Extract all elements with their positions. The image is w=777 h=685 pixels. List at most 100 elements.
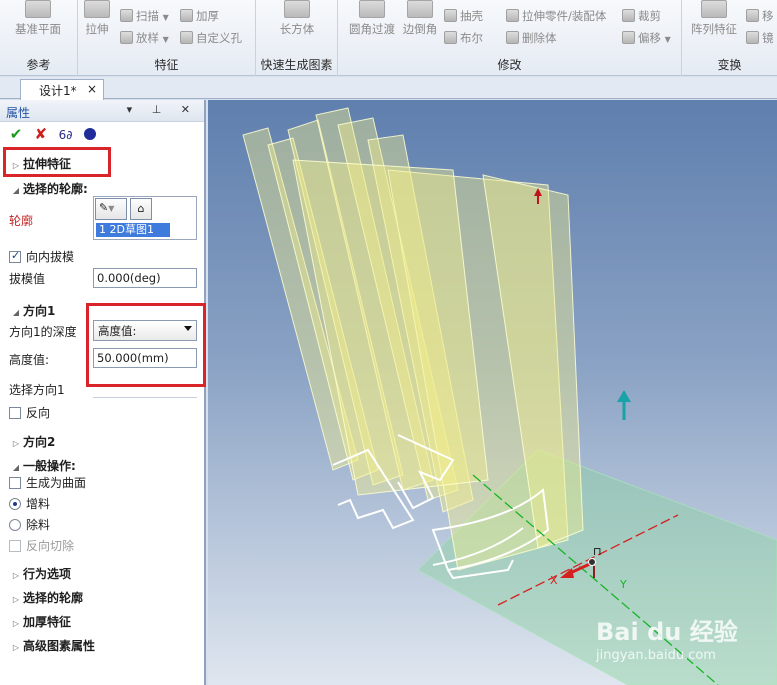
panel-header: 属性 ▾ ⊥ ✕ <box>0 100 204 122</box>
group-label-transform: 变换 <box>717 58 742 72</box>
x-axis-label: X <box>550 574 558 587</box>
delete-body-icon <box>506 31 519 44</box>
shell-icon <box>444 9 457 22</box>
property-panel: 属性 ▾ ⊥ ✕ ✔ ✘ 6∂ ▷ 拉伸特征 ◢ 选择的轮廓: 轮廓 ✎▼ ⌂ 1 … <box>0 100 206 685</box>
custom-hole-icon <box>180 31 193 44</box>
chamfer-button[interactable]: 边倒角 <box>400 0 440 37</box>
fillet-button[interactable]: 圆角过渡 <box>346 0 398 37</box>
expand-triangle-icon: ▷ <box>12 595 20 604</box>
origin-point <box>588 558 596 566</box>
y-axis-label: Y <box>619 578 627 591</box>
cancel-x-icon[interactable]: ✘ <box>31 125 51 143</box>
datum-plane-icon <box>25 0 51 18</box>
inward-draft-checkbox[interactable] <box>9 249 21 263</box>
expand-triangle-icon: ▷ <box>12 439 20 448</box>
baidu-watermark-logo: Bai du 经验 <box>596 618 738 646</box>
pencil-icon: ✎ <box>99 201 109 214</box>
profile-list-item[interactable]: 1 2D草图1 <box>96 223 170 237</box>
pattern-feature-button[interactable]: 阵列特征 <box>686 0 742 37</box>
sketch-edit-button[interactable]: ✎▼ <box>95 198 127 220</box>
model-view[interactable]: X Y ⊓ <box>208 100 777 685</box>
highlight-box-extrude <box>3 147 111 177</box>
panel-action-bar: ✔ ✘ 6∂ <box>0 122 204 144</box>
baidu-watermark-url: jingyan.baidu.com <box>596 648 716 663</box>
datum-plane-button[interactable]: 基准平面 <box>8 0 68 37</box>
loft-icon <box>120 31 133 44</box>
extrude-button[interactable]: 拉伸 <box>80 0 114 37</box>
thicken-icon <box>180 9 193 22</box>
profile-picker: ✎▼ ⌂ 1 2D草图1 <box>93 196 197 240</box>
chamfer-icon <box>407 0 433 18</box>
select-direction1-label: 选择方向1 <box>9 383 65 397</box>
extrude-icon <box>84 0 110 18</box>
direction-handle-icon <box>617 390 631 402</box>
dropdown-arrow-icon: ▼ <box>162 35 169 44</box>
dropdown-arrow-icon: ▼ <box>162 13 169 22</box>
ribbon-group-feature: 拉伸 扫描 ▼ 放样 ▼ 加厚 自定义孔 特征 <box>78 0 256 76</box>
panel-header-buttons[interactable]: ▾ ⊥ ✕ <box>127 103 198 116</box>
sketch-icon: ⌂ <box>137 202 145 215</box>
trim-button[interactable]: 裁剪 <box>622 8 661 24</box>
group-label-feature: 特征 <box>154 58 179 72</box>
group-label-reference: 参考 <box>26 58 51 72</box>
group-label-modify: 修改 <box>497 58 522 72</box>
profile-label: 轮廓 <box>9 214 34 228</box>
direction1-depth-label: 方向1的深度 <box>9 325 77 339</box>
reverse-cut-checkbox <box>9 540 21 552</box>
extrusion-bodies <box>242 107 584 571</box>
draft-value-field[interactable]: 0.000(deg) <box>93 268 197 288</box>
ribbon-toolbar: 基准平面 参考 拉伸 扫描 ▼ 放样 ▼ 加厚 自定义孔 特征 长方体 快速生成… <box>0 0 777 76</box>
height-label: 高度值: <box>9 353 50 367</box>
box-button[interactable]: 长方体 <box>266 0 328 37</box>
ribbon-group-modify: 圆角过渡 边倒角 抽壳 布尔 拉伸零件/装配体 删除体 裁剪 偏移 ▼ 修改 <box>338 0 682 76</box>
sweep-button[interactable]: 扫描 ▼ <box>120 8 169 24</box>
delete-body-button[interactable]: 删除体 <box>506 30 557 46</box>
shell-button[interactable]: 抽壳 <box>444 8 483 24</box>
offset-icon <box>622 31 635 44</box>
generate-surface-checkbox[interactable] <box>9 477 21 489</box>
collapse-triangle-icon: ◢ <box>12 308 20 317</box>
add-material-radio[interactable] <box>9 498 21 510</box>
pattern-feature-icon <box>701 0 727 18</box>
ribbon-group-transform: 阵列特征 移 镜 变换 <box>682 0 777 76</box>
tab-design1[interactable]: 设计1* × <box>20 79 104 100</box>
highlight-box-height <box>86 303 206 387</box>
reverse-checkbox[interactable] <box>9 407 21 419</box>
preview-glasses-icon[interactable]: 6∂ <box>56 126 76 144</box>
sweep-icon <box>120 9 133 22</box>
ribbon-group-reference: 基准平面 参考 <box>0 0 78 76</box>
remove-material-radio[interactable] <box>9 519 21 531</box>
dropdown-arrow-icon: ▼ <box>664 35 671 44</box>
boolean-button[interactable]: 布尔 <box>444 30 483 46</box>
expand-triangle-icon: ▷ <box>12 619 20 628</box>
draft-value-label: 拔模值 <box>9 272 46 286</box>
thicken-button[interactable]: 加厚 <box>180 8 219 24</box>
help-circle-icon[interactable] <box>80 125 100 143</box>
tab-label: 设计1* <box>39 84 77 98</box>
trim-icon <box>622 9 635 22</box>
extrude-part-icon <box>506 9 519 22</box>
move-button[interactable]: 移 <box>746 8 774 24</box>
document-tab-bar: 设计1* × <box>0 77 777 100</box>
group-label-quick-primitives: 快速生成图素 <box>260 58 333 72</box>
ribbon-group-quick-primitives: 长方体 快速生成图素 <box>256 0 338 76</box>
extrude-part-button[interactable]: 拉伸零件/装配体 <box>506 8 606 24</box>
confirm-check-icon[interactable]: ✔ <box>6 125 26 143</box>
lock-icon: ⊓ <box>593 545 602 558</box>
mirror-icon <box>746 31 759 44</box>
boolean-icon <box>444 31 457 44</box>
sketch-select-button[interactable]: ⌂ <box>130 198 152 220</box>
loft-button[interactable]: 放样 ▼ <box>120 30 169 46</box>
move-icon <box>746 9 759 22</box>
mirror-button[interactable]: 镜 <box>746 30 774 46</box>
close-icon[interactable]: × <box>87 82 97 96</box>
custom-hole-button[interactable]: 自定义孔 <box>180 30 242 46</box>
3d-viewport[interactable]: X Y ⊓ Bai du 经验 jingyan.baidu.com <box>208 100 777 685</box>
box-icon <box>284 0 310 18</box>
fillet-icon <box>359 0 385 18</box>
panel-title: 属性 <box>6 106 31 120</box>
collapse-triangle-icon: ◢ <box>12 186 20 195</box>
expand-triangle-icon: ▷ <box>12 571 20 580</box>
collapse-triangle-icon: ◢ <box>12 463 20 472</box>
offset-button[interactable]: 偏移 ▼ <box>622 30 671 46</box>
